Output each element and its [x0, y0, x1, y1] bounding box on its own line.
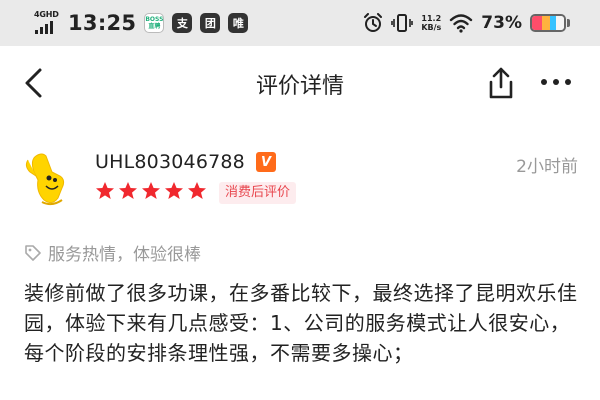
star-icon: [96, 182, 114, 199]
consume-badge: 消费后评价: [219, 182, 297, 204]
status-left: 4GHD 13:25 BOSS 直聘 支 团 唯: [0, 0, 249, 46]
network-speed: 11.2 KB/s: [421, 14, 441, 32]
network-speed-value: 11.2: [421, 14, 442, 23]
user-level-badge: V: [256, 152, 276, 172]
alarm-icon: [364, 13, 383, 32]
tag-icon: [25, 244, 41, 261]
star-icon: [165, 182, 183, 199]
meituan-icon: 团: [200, 13, 221, 33]
share-icon[interactable]: [485, 66, 517, 100]
clock: 13:25: [68, 11, 137, 35]
network-speed-unit: KB/s: [421, 23, 442, 32]
network-type: 4GHD: [34, 10, 59, 19]
review-tag: 服务热情，体验很棒: [24, 240, 201, 265]
more-icon[interactable]: [538, 72, 574, 92]
review-time: 2小时前: [516, 157, 578, 177]
signal-indicator: 4GHD: [34, 10, 64, 36]
alipay-icon: 支: [172, 13, 193, 33]
star-icon: [188, 182, 206, 199]
avatar[interactable]: [22, 150, 80, 208]
boss-zhipin-icon: BOSS 直聘: [144, 13, 165, 33]
nav-bar: 评价详情: [0, 46, 600, 120]
star-icon: [142, 182, 160, 199]
vipshop-icon: 唯: [228, 13, 249, 33]
status-right: 11.2 KB/s 73%: [363, 0, 570, 46]
battery-level: [530, 14, 566, 32]
review-body: 装修前做了很多功课，在多番比较下，最终选择了昆明欢乐佳园，体验下来有几点感受：1…: [24, 281, 578, 365]
status-bar: 4GHD 13:25 BOSS 直聘 支 团 唯 11.2 KB/s 73%: [0, 0, 600, 46]
signal-bars-icon: [35, 21, 53, 34]
tag-text: 服务热情，体验很棒: [48, 245, 201, 265]
wifi-icon: [450, 14, 473, 33]
star-rating: [95, 181, 207, 201]
star-icon: [119, 182, 137, 199]
username[interactable]: UHL803046788: [95, 151, 245, 173]
vibrate-icon: [391, 14, 414, 32]
battery-icon: [530, 14, 570, 32]
battery-percent: 73%: [481, 13, 522, 33]
